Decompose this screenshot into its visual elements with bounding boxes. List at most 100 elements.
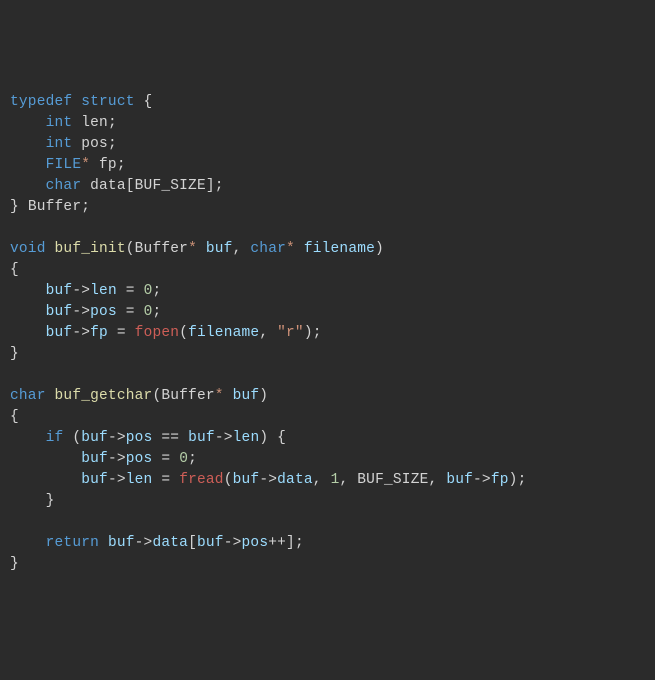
- line-6: } Buffer;: [10, 199, 90, 215]
- call-fopen: fopen: [135, 325, 180, 341]
- assign-op: =: [161, 472, 170, 488]
- return-type-void: void: [10, 241, 46, 257]
- semicolon: ;: [108, 115, 117, 131]
- typedef-name: Buffer: [28, 199, 81, 215]
- arrow-op: ->: [108, 451, 126, 467]
- arrow-op: ->: [224, 535, 242, 551]
- brace-close: }: [46, 493, 55, 509]
- semicolon: ;: [295, 535, 304, 551]
- keyword-struct: struct: [81, 94, 134, 110]
- semicolon: ;: [108, 136, 117, 152]
- assign-op: =: [161, 451, 170, 467]
- eq-op: ==: [161, 430, 179, 446]
- param-buf: buf: [233, 388, 260, 404]
- comma: ,: [233, 241, 242, 257]
- paren-open: (: [179, 325, 188, 341]
- pointer-star: *: [81, 157, 90, 173]
- type-file: FILE: [46, 157, 82, 173]
- bracket-open: [: [188, 535, 197, 551]
- line-22: return buf->data[buf->pos++];: [10, 535, 304, 551]
- semicolon: ;: [215, 178, 224, 194]
- paren-close: ): [304, 325, 313, 341]
- brace-open: {: [277, 430, 286, 446]
- pointer-star: *: [215, 388, 224, 404]
- line-12: buf->fp = fopen(filename, "r");: [10, 325, 322, 341]
- assign-op: =: [117, 325, 126, 341]
- field-fp: fp: [99, 157, 117, 173]
- inc-op: ++: [268, 535, 286, 551]
- arrow-op: ->: [108, 472, 126, 488]
- field-data: data: [90, 178, 126, 194]
- line-4: FILE* fp;: [10, 157, 126, 173]
- param-buf: buf: [206, 241, 233, 257]
- const-bufsize: BUF_SIZE: [135, 178, 206, 194]
- brace-open: {: [144, 94, 153, 110]
- call-fread: fread: [179, 472, 224, 488]
- line-16: {: [10, 409, 19, 425]
- paren-close: ): [259, 430, 268, 446]
- const-bufsize: BUF_SIZE: [357, 472, 428, 488]
- field-data: data: [152, 535, 188, 551]
- assign-op: =: [126, 304, 135, 320]
- var-buf: buf: [46, 325, 73, 341]
- keyword-if: if: [46, 430, 64, 446]
- semicolon: ;: [81, 199, 90, 215]
- line-20: }: [10, 493, 55, 509]
- arrow-op: ->: [135, 535, 153, 551]
- arrow-op: ->: [72, 325, 90, 341]
- arrow-op: ->: [72, 283, 90, 299]
- line-5: char data[BUF_SIZE];: [10, 178, 224, 194]
- var-buf: buf: [81, 472, 108, 488]
- line-15: char buf_getchar(Buffer* buf): [10, 388, 268, 404]
- var-buf: buf: [108, 535, 135, 551]
- comma: ,: [313, 472, 322, 488]
- bracket-close: ]: [206, 178, 215, 194]
- type-int: int: [46, 115, 73, 131]
- brace-open: {: [10, 409, 19, 425]
- brace-close: }: [10, 556, 19, 572]
- assign-op: =: [126, 283, 135, 299]
- arrow-op: ->: [259, 472, 277, 488]
- field-len: len: [90, 283, 117, 299]
- var-buf: buf: [81, 451, 108, 467]
- keyword-typedef: typedef: [10, 94, 72, 110]
- brace-close: }: [10, 199, 19, 215]
- field-len: len: [233, 430, 260, 446]
- var-buf: buf: [188, 430, 215, 446]
- field-pos: pos: [126, 451, 153, 467]
- line-8: void buf_init(Buffer* buf, char* filenam…: [10, 241, 384, 257]
- field-pos: pos: [126, 430, 153, 446]
- line-13: }: [10, 346, 19, 362]
- literal-zero: 0: [179, 451, 188, 467]
- line-10: buf->len = 0;: [10, 283, 161, 299]
- semicolon: ;: [188, 451, 197, 467]
- field-pos: pos: [90, 304, 117, 320]
- return-type-char: char: [10, 388, 46, 404]
- field-fp: fp: [491, 472, 509, 488]
- arrow-op: ->: [473, 472, 491, 488]
- field-pos: pos: [242, 535, 269, 551]
- func-bufinit: buf_init: [55, 241, 126, 257]
- line-2: int len;: [10, 115, 117, 131]
- line-9: {: [10, 262, 19, 278]
- func-bufgetchar: buf_getchar: [55, 388, 153, 404]
- brace-close: }: [10, 346, 19, 362]
- field-len: len: [126, 472, 153, 488]
- comma: ,: [339, 472, 348, 488]
- line-23: }: [10, 556, 19, 572]
- paren-close: ): [509, 472, 518, 488]
- pointer-star: *: [188, 241, 197, 257]
- var-buf: buf: [233, 472, 260, 488]
- paren-open: (: [126, 241, 135, 257]
- paren-open: (: [72, 430, 81, 446]
- param-filename: filename: [304, 241, 375, 257]
- paren-open: (: [152, 388, 161, 404]
- line-17: if (buf->pos == buf->len) {: [10, 430, 286, 446]
- line-19: buf->len = fread(buf->data, 1, BUF_SIZE,…: [10, 472, 526, 488]
- semicolon: ;: [117, 157, 126, 173]
- paren-close: ): [259, 388, 268, 404]
- comma: ,: [259, 325, 268, 341]
- line-3: int pos;: [10, 136, 117, 152]
- field-pos: pos: [81, 136, 108, 152]
- bracket-open: [: [126, 178, 135, 194]
